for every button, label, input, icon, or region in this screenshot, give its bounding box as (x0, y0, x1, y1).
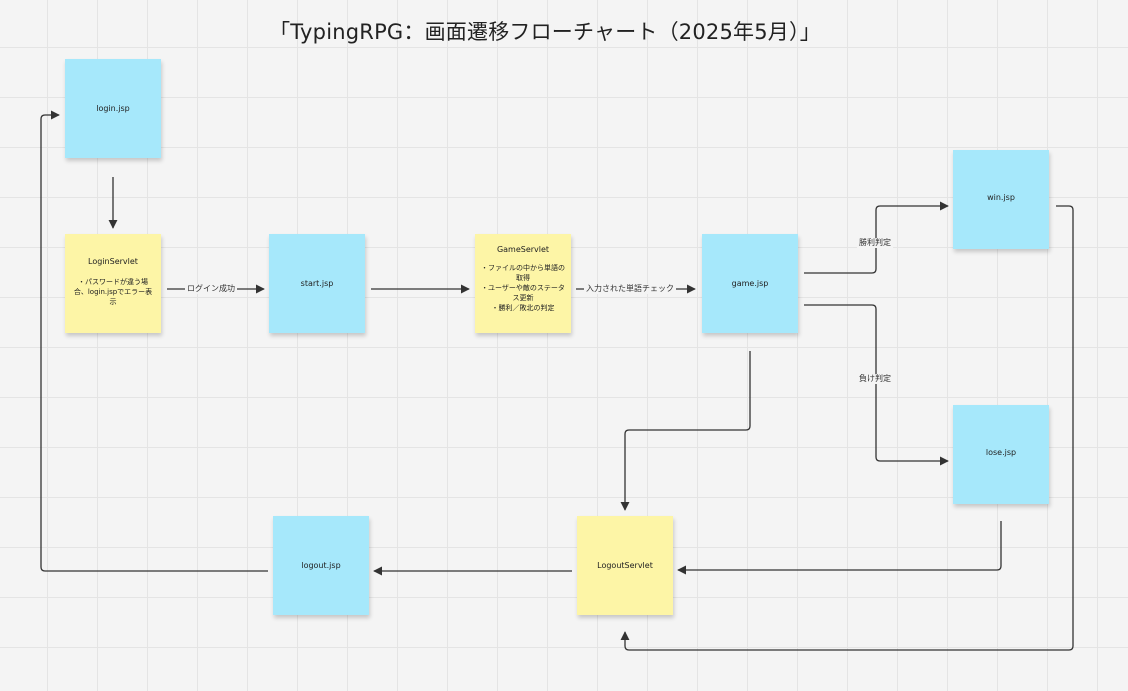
node-game-servlet[interactable]: GameServlet ・ファイルの中から単語の取得 ・ユーザーや敵のステータス… (475, 234, 571, 333)
node-login-jsp-label: login.jsp (96, 104, 130, 113)
node-logout-jsp-label: logout.jsp (301, 561, 341, 570)
node-lose-jsp-label: lose.jsp (985, 448, 1017, 457)
node-lose-jsp[interactable]: lose.jsp (953, 405, 1049, 504)
node-logout-servlet[interactable]: LogoutServlet (577, 516, 673, 615)
edge-label-login-success: ログイン成功 (185, 284, 237, 294)
node-game-servlet-body: ・ファイルの中から単語の取得 ・ユーザーや敵のステータス更新 ・勝利／敗北の判定 (481, 264, 565, 312)
node-logout-servlet-label: LogoutServlet (597, 561, 653, 570)
node-start-jsp-label: start.jsp (300, 279, 334, 288)
edge-label-win-judgement: 勝利判定 (857, 238, 893, 248)
node-login-servlet-label: LoginServlet (88, 257, 138, 266)
node-login-servlet[interactable]: LoginServlet ・パスワードが違う場合、login.jspでエラー表示 (65, 234, 161, 333)
node-win-jsp[interactable]: win.jsp (953, 150, 1049, 249)
node-game-jsp[interactable]: game.jsp (702, 234, 798, 333)
edge-lose-jsp-to-logout-servlet (677, 521, 1002, 575)
edge-game-jsp-to-logout-servlet (620, 351, 751, 511)
edge-label-lose-judgement: 負け判定 (857, 374, 893, 384)
node-logout-jsp[interactable]: logout.jsp (273, 516, 369, 615)
edge-logout-jsp-to-login-jsp (40, 110, 268, 572)
node-game-servlet-label: GameServlet (496, 245, 550, 254)
node-login-jsp[interactable]: login.jsp (65, 59, 161, 158)
flowchart-board: 「TypingRPG：画面遷移フローチャート（2025年5月）」 ログイン成功 … (0, 0, 1128, 691)
node-win-jsp-label: win.jsp (987, 193, 1015, 202)
node-game-jsp-label: game.jsp (731, 279, 769, 288)
node-start-jsp[interactable]: start.jsp (269, 234, 365, 333)
connector-layer (40, 110, 1074, 651)
node-login-servlet-body: ・パスワードが違う場合、login.jspでエラー表示 (73, 278, 153, 306)
edge-label-word-check: 入力された単語チェック (584, 284, 676, 294)
